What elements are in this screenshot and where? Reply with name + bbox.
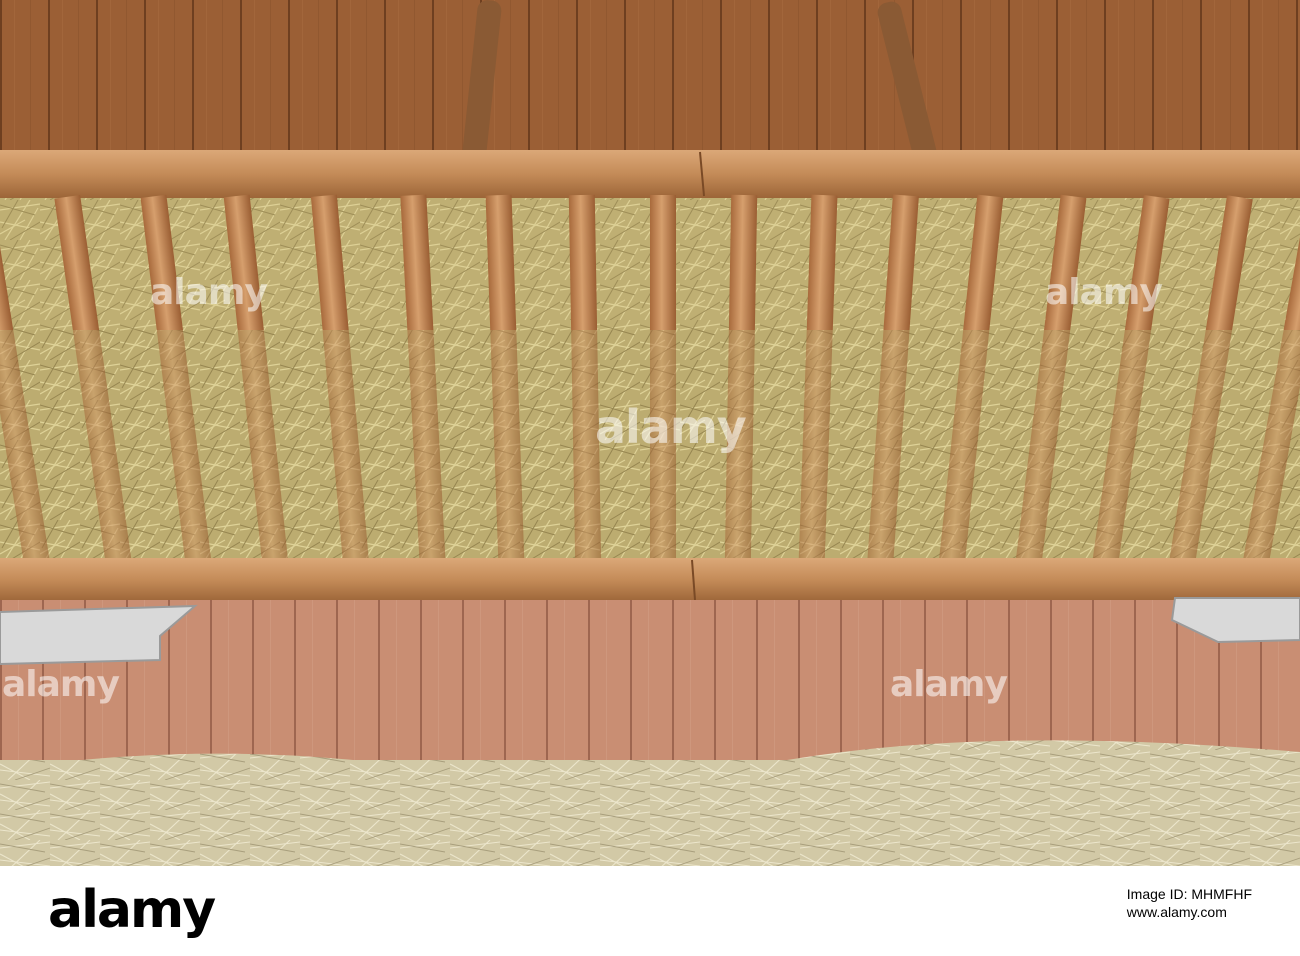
watermark-center: alamy [595, 400, 747, 454]
watermark-bottom-left: alamy [2, 664, 120, 705]
watermark-bottom-right: alamy [890, 664, 1008, 705]
alamy-logo: alamy [48, 880, 216, 940]
site-url: www.alamy.com [1126, 903, 1227, 920]
image-id-caption: Image ID: MHMFHF [1126, 886, 1252, 902]
stock-footer: alamy Image ID: MHMFHF www.alamy.com [0, 866, 1300, 956]
watermark-top-left: alamy [150, 272, 268, 313]
watermark-top-right: alamy [1045, 272, 1163, 313]
hay-feeder-photo: alamy alamy alamy alamy alamy [0, 0, 1300, 866]
image-info: Image ID: MHMFHF www.alamy.com [1127, 886, 1252, 921]
